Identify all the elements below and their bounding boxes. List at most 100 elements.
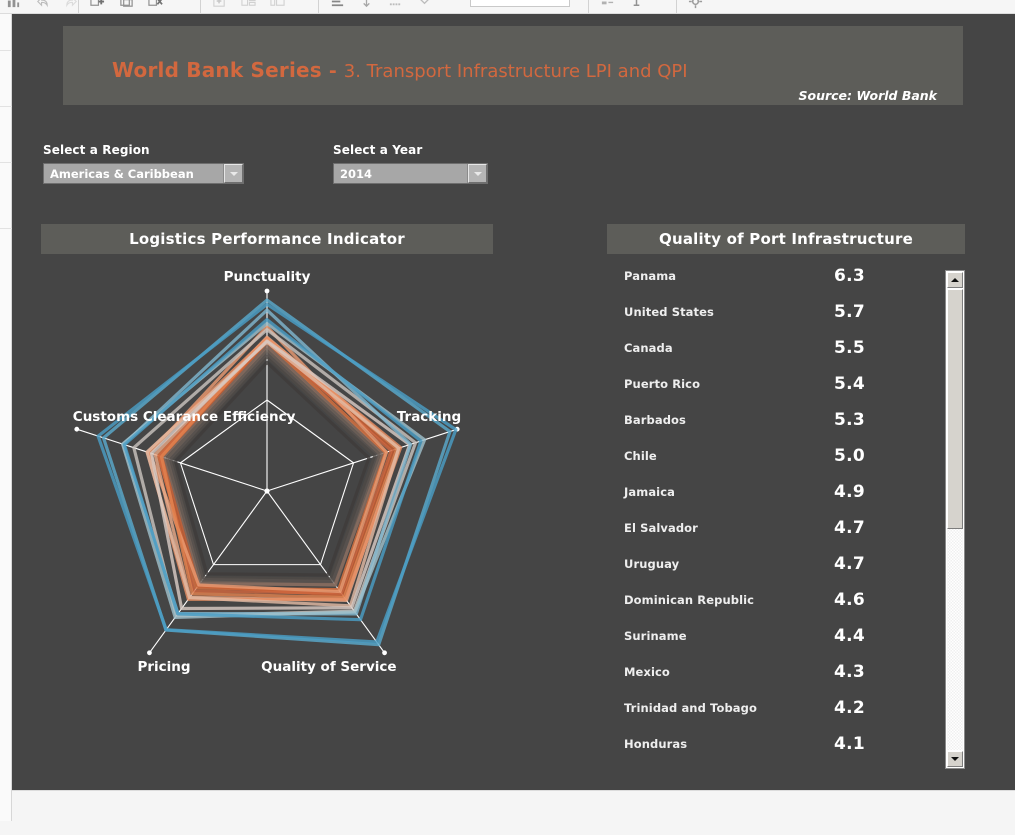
application-toolbar[interactable] [0, 0, 1015, 14]
table-row[interactable]: Honduras 4.1 [607, 726, 937, 762]
qpi-scrollbar[interactable] [945, 270, 965, 769]
year-filter-label: Select a Year [333, 143, 423, 157]
table-row[interactable]: Chile 5.0 [607, 438, 937, 474]
chart-icon[interactable] [6, 0, 21, 9]
radar-axis-label-pricing: Pricing [137, 659, 190, 675]
page-bottom-edge [12, 790, 1015, 835]
qpi-country-name: Puerto Rico [624, 377, 701, 391]
year-dropdown[interactable]: 2014 [333, 163, 488, 184]
qpi-country-name: Canada [624, 341, 673, 355]
dashboard-title: World Bank Series - 3. Transport Infrast… [112, 58, 688, 82]
add-sheet-icon[interactable] [90, 0, 105, 9]
title-subtitle: 3. Transport Infrastructure LPI and QPI [343, 61, 688, 82]
qpi-score-value: 6.3 [834, 266, 866, 286]
redo-icon[interactable] [64, 0, 79, 9]
toolbar-separator [200, 0, 201, 13]
qpi-country-name: Panama [624, 269, 677, 283]
size-dropdown[interactable] [470, 0, 570, 7]
radar-axis-endpoint [382, 650, 387, 656]
qpi-score-value: 5.5 [834, 338, 866, 358]
region-dropdown-button[interactable] [224, 164, 243, 183]
undo-icon[interactable] [35, 0, 50, 9]
show-me-icon[interactable] [600, 0, 615, 9]
table-row[interactable]: Panama 6.3 [607, 258, 937, 294]
scrollbar-thumb[interactable] [947, 289, 963, 529]
qpi-score-value: 4.1 [834, 734, 866, 754]
qpi-row-list[interactable]: Panama 6.3 United States 5.7 Canada 5.5 Puerto… [607, 258, 937, 769]
toolbar-group-new [212, 0, 285, 12]
toolbar-group-settings [688, 0, 703, 12]
year-filter: Select a Year 2014 [333, 143, 488, 184]
panel-divider [0, 106, 12, 107]
qpi-table-panel[interactable]: Panama 6.3 United States 5.7 Canada 5.5 Puerto… [607, 258, 965, 769]
radar-chart-panel[interactable]: Punctuality Tracking Quality of Service Pri… [41, 256, 493, 686]
chevron-down-icon [229, 171, 238, 176]
qpi-score-value: 4.7 [834, 554, 866, 574]
new-worksheet-icon[interactable] [212, 0, 227, 9]
new-story-icon[interactable] [270, 0, 285, 9]
new-dashboard-icon[interactable] [241, 0, 256, 9]
triangle-up-icon [951, 278, 959, 282]
present-icon[interactable] [629, 0, 644, 9]
dashboard-canvas: World Bank Series - 3. Transport Infrast… [12, 14, 1015, 790]
header-banner: World Bank Series - 3. Transport Infrast… [63, 26, 963, 105]
chevron-down-icon[interactable] [417, 0, 432, 9]
scroll-up-button[interactable] [947, 272, 963, 288]
toolbar-separator [588, 0, 589, 13]
source-attribution: Source: World Bank [798, 88, 937, 103]
panel-divider [0, 228, 12, 229]
qpi-score-value: 4.4 [834, 626, 866, 646]
region-dropdown[interactable]: Americas & Caribbean [43, 163, 244, 184]
qpi-country-name: Uruguay [624, 557, 680, 571]
qpi-score-value: 4.6 [834, 590, 866, 610]
year-dropdown-button[interactable] [468, 164, 487, 183]
qpi-country-name: Honduras [624, 737, 688, 751]
duplicate-sheet-icon[interactable] [119, 0, 134, 9]
table-row[interactable]: Canada 5.5 [607, 330, 937, 366]
qpi-country-name: Suriname [624, 629, 687, 643]
qpi-score-value: 5.0 [834, 446, 866, 466]
qpi-score-value: 4.3 [834, 662, 866, 682]
toolbar-group-format [330, 0, 432, 12]
qpi-country-name: Barbados [624, 413, 686, 427]
delete-sheet-icon[interactable] [148, 0, 163, 9]
qpi-country-name: United States [624, 305, 714, 319]
radar-axis-label-punctuality: Punctuality [224, 269, 311, 285]
toolbar-separator [78, 0, 79, 13]
table-row[interactable]: Barbados 5.3 [607, 402, 937, 438]
year-dropdown-value[interactable]: 2014 [334, 164, 468, 183]
align-icon[interactable] [330, 0, 345, 9]
radar-axis-endpoint [147, 650, 152, 656]
table-row[interactable]: United States 5.7 [607, 294, 937, 330]
qpi-country-name: Chile [624, 449, 657, 463]
table-row[interactable]: Uruguay 4.7 [607, 546, 937, 582]
region-dropdown-value[interactable]: Americas & Caribbean [44, 164, 224, 183]
radar-axis-label-quality-of-service: Quality of Service [261, 659, 396, 675]
scroll-down-button[interactable] [947, 751, 963, 767]
left-side-panel-edge [0, 14, 12, 821]
gear-icon[interactable] [688, 0, 703, 9]
table-row[interactable]: Dominican Republic 4.6 [607, 582, 937, 618]
title-separator: - [328, 60, 337, 82]
table-row[interactable]: Mexico 4.3 [607, 654, 937, 690]
logistics-radar-chart[interactable]: Punctuality Tracking Quality of Service Pri… [41, 256, 493, 686]
region-filter-label: Select a Region [43, 143, 150, 157]
radar-axis-endpoint [74, 426, 80, 432]
qpi-country-name: Jamaica [624, 485, 676, 499]
sort-icon[interactable] [359, 0, 374, 9]
table-row[interactable]: Puerto Rico 5.4 [607, 366, 937, 402]
radar-center-point [264, 488, 270, 494]
table-row[interactable]: El Salvador 4.7 [607, 510, 937, 546]
lpi-panel-title: Logistics Performance Indicator [41, 224, 493, 254]
qpi-country-name: Dominican Republic [624, 593, 755, 607]
table-row[interactable]: Trinidad and Tobago 4.2 [607, 690, 937, 726]
qpi-panel-title: Quality of Port Infrastructure [607, 224, 965, 254]
table-row[interactable]: Suriname 4.4 [607, 618, 937, 654]
qpi-country-name: El Salvador [624, 521, 698, 535]
format-icon[interactable] [388, 0, 403, 9]
qpi-country-name: Trinidad and Tobago [624, 701, 757, 715]
table-row[interactable]: Jamaica 4.9 [607, 474, 937, 510]
qpi-score-value: 5.4 [834, 374, 866, 394]
toolbar-separator [676, 0, 677, 13]
scrollbar-track[interactable] [947, 289, 963, 750]
